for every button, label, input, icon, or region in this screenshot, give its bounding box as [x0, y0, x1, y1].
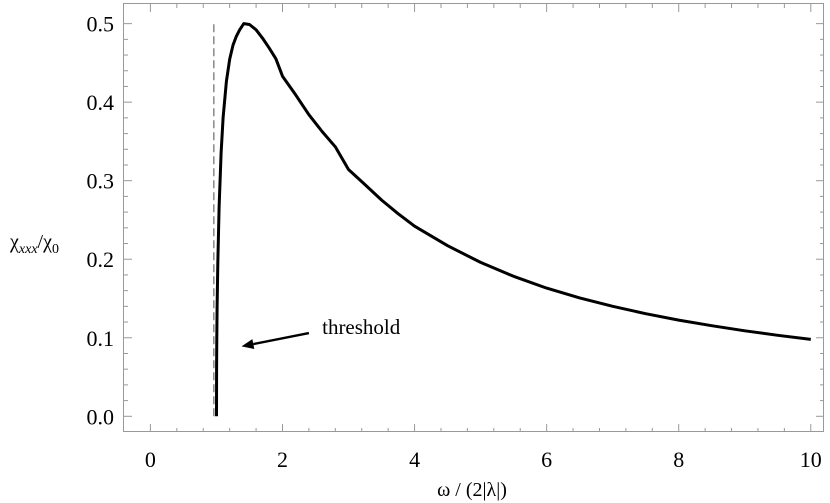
y-axis-label: χxxx/χ0	[9, 231, 59, 257]
y-axis-label-zero: 0	[52, 242, 59, 257]
x-tick-label: 10	[800, 447, 822, 472]
tick-labels: 0 2 4 6 8 10 0.0 0.1 0.2 0.3 0.4 0.5	[87, 12, 822, 472]
y-axis-label-div: /χ	[38, 231, 53, 253]
x-tick-label: 0	[145, 447, 156, 472]
x-tick-label: 4	[409, 447, 420, 472]
x-tick-label: 2	[277, 447, 288, 472]
y-axis-label-sub: xxx	[18, 242, 38, 257]
y-tick-label: 0.1	[87, 326, 115, 351]
y-tick-label: 0.5	[87, 12, 115, 37]
y-tick-label: 0.3	[87, 169, 115, 194]
y-tick-label: 0.2	[87, 247, 115, 272]
series-line	[215, 22, 811, 417]
x-tick-label: 6	[541, 447, 552, 472]
y-tick-label: 0.0	[87, 404, 115, 429]
annotation-arrowhead	[241, 339, 255, 349]
chart: 0 2 4 6 8 10 0.0 0.1 0.2 0.3 0.4 0.5 threshold ω / …	[9, 3, 824, 501]
y-tick-label: 0.4	[87, 90, 115, 115]
x-axis-label: ω / (2|λ|)	[437, 479, 507, 501]
annotation-label: threshold	[322, 315, 401, 339]
annotation-arrow	[253, 331, 310, 346]
y-axis-label-main: χ	[9, 231, 19, 253]
x-tick-label: 8	[673, 447, 684, 472]
